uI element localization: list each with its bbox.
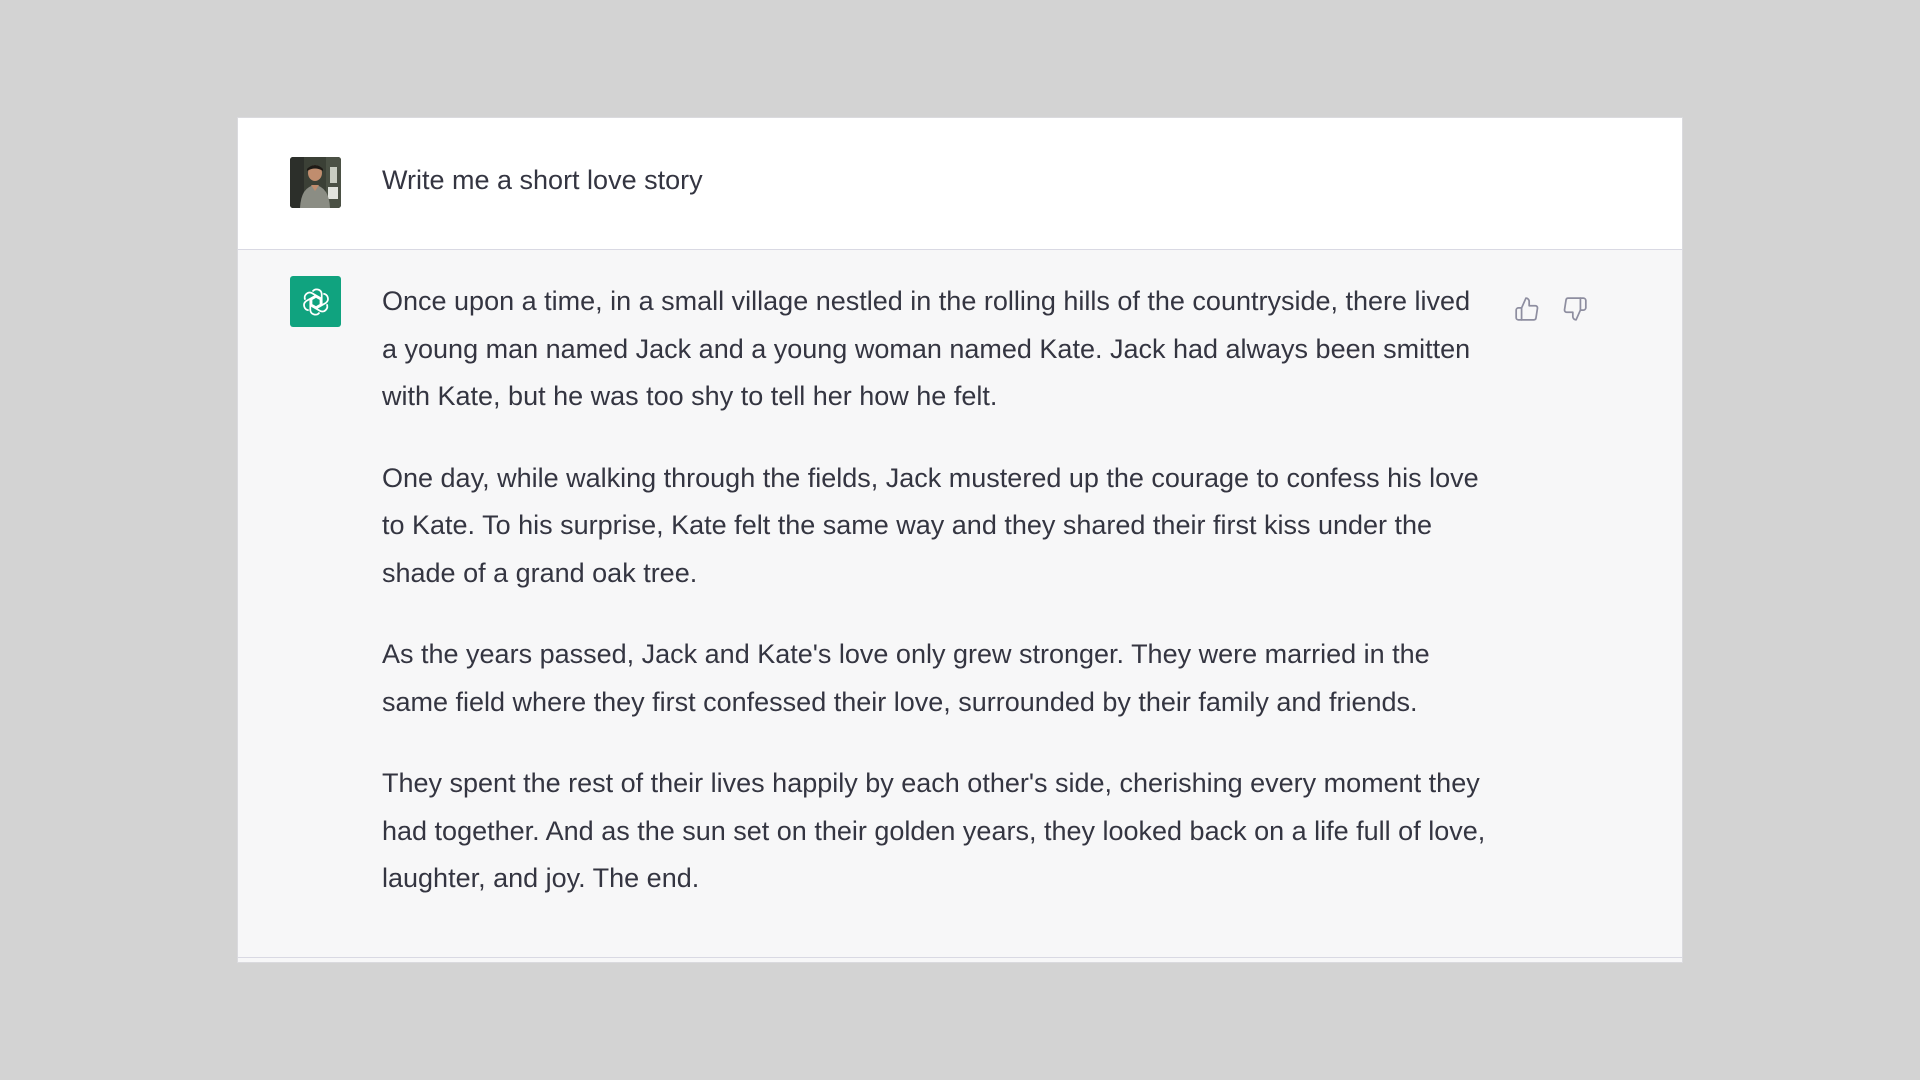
assistant-avatar xyxy=(290,276,341,327)
user-avatar xyxy=(290,157,341,208)
thumbs-down-icon xyxy=(1563,297,1587,321)
response-paragraph: One day, while walking through the field… xyxy=(382,462,1479,588)
response-paragraph: Once upon a time, in a small village nes… xyxy=(382,286,1471,411)
openai-logo-icon xyxy=(302,288,329,315)
thumbs-down-button[interactable] xyxy=(1560,294,1590,324)
user-message-row: Write me a short love story xyxy=(238,118,1682,250)
bottom-divider xyxy=(238,957,1682,958)
chat-conversation: Write me a short love story Once upon a … xyxy=(237,117,1683,963)
assistant-response: Once upon a time, in a small village nes… xyxy=(382,278,1492,937)
user-prompt-text: Write me a short love story xyxy=(382,165,703,195)
response-paragraph: They spent the rest of their lives happi… xyxy=(382,768,1486,893)
thumbs-up-icon xyxy=(1515,297,1539,321)
thumbs-up-button[interactable] xyxy=(1512,294,1542,324)
user-avatar-photo xyxy=(290,157,341,208)
response-paragraph: As the years passed, Jack and Kate's lov… xyxy=(382,639,1430,717)
